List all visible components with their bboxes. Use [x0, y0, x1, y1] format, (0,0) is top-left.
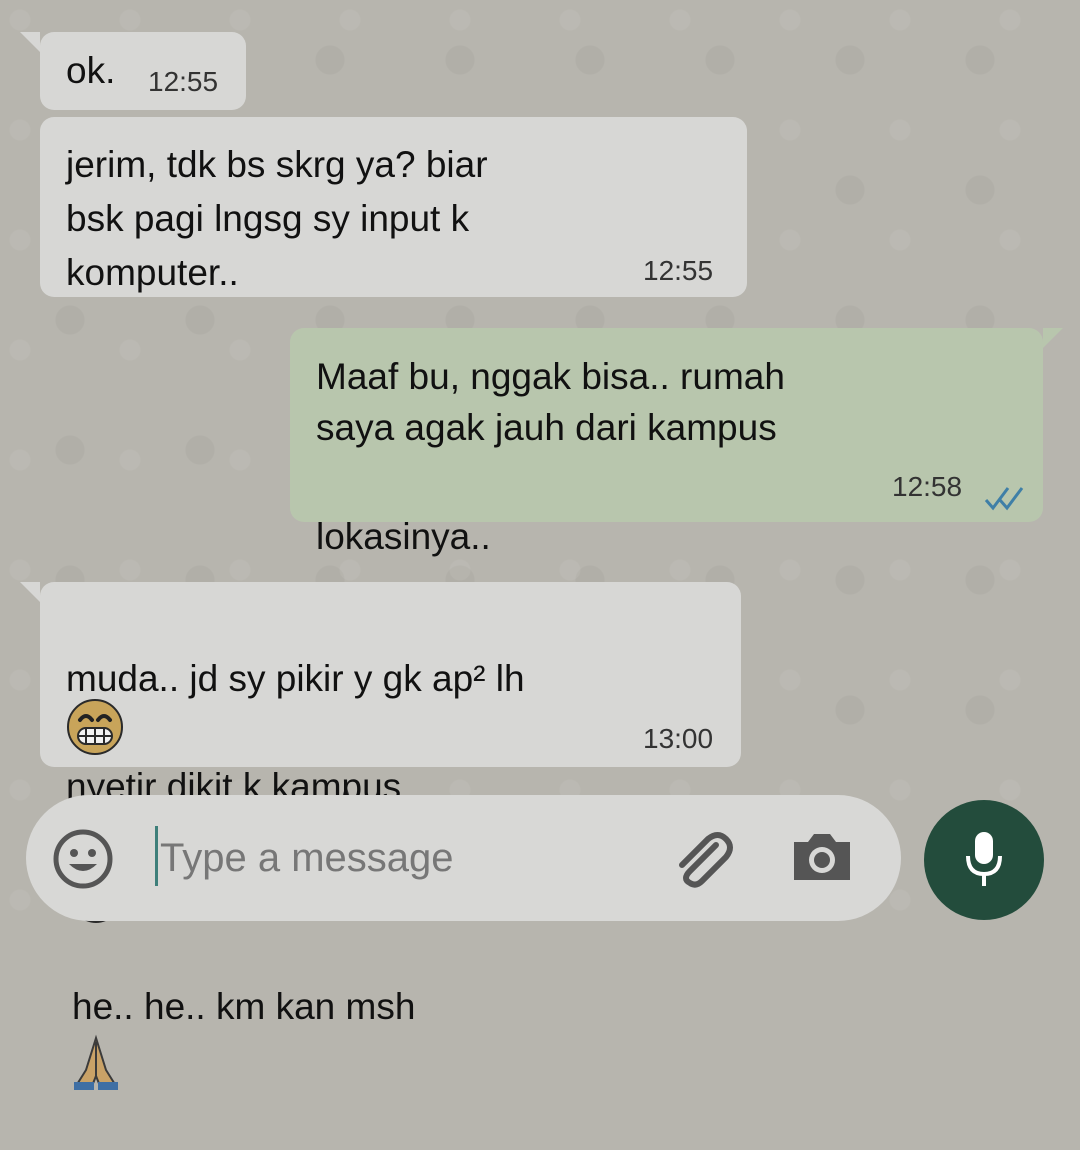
message-text-line: saya agak jauh dari kampus	[316, 407, 777, 448]
read-double-check-icon	[984, 473, 1030, 527]
text-cursor	[155, 826, 158, 886]
message-time: 13:00	[643, 723, 714, 754]
message-text-line-with-emoji: nyetir dikit k kampus..	[66, 706, 422, 1150]
mic-button[interactable]	[924, 800, 1044, 920]
camera-icon[interactable]	[790, 826, 854, 891]
message-text: jerim, tdk bs skrg ya? biar bsk pagi lng…	[66, 144, 488, 293]
folded-hands-emoji	[66, 978, 126, 1146]
incoming-bubble-tail	[20, 32, 40, 52]
incoming-message[interactable]: he.. he.. km kan msh muda.. jd sy pikir …	[40, 582, 741, 1090]
incoming-message[interactable]: jerim, tdk bs skrg ya? biar bsk pagi lng…	[40, 117, 747, 297]
message-time: 12:55	[643, 255, 714, 286]
outgoing-message[interactable]: Maaf bu, nggak bisa.. rumah saya agak ja…	[290, 328, 1043, 840]
message-time: 12:58	[892, 471, 963, 502]
message-text-line: muda.. jd sy pikir y gk ap² lh	[66, 658, 525, 699]
message-time: 12:55	[148, 66, 219, 97]
outgoing-bubble-tail	[1043, 328, 1063, 348]
message-input[interactable]: Type a message	[160, 832, 454, 884]
message-text-line: Maaf bu, nggak bisa.. rumah	[316, 356, 785, 397]
attachment-icon[interactable]	[668, 825, 736, 898]
message-text: lokasinya..	[316, 516, 491, 557]
mic-icon	[964, 830, 1004, 895]
incoming-message[interactable]: ok. 12:55	[40, 32, 246, 110]
message-text: ok.	[66, 50, 116, 91]
incoming-bubble-tail	[20, 582, 40, 602]
emoji-icon[interactable]	[52, 828, 114, 895]
